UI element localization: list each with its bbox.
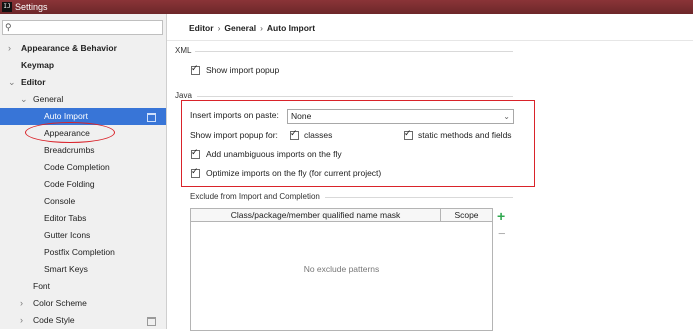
tree-item-label: Keymap — [21, 60, 55, 70]
column-header-mask[interactable]: Class/package/member qualified name mask — [191, 209, 441, 221]
tree-item-label: Postfix Completion — [44, 247, 115, 257]
breadcrumb-separator: › — [260, 23, 263, 33]
tree-item-label: Color Scheme — [33, 298, 87, 308]
tree-item-console[interactable]: Console — [0, 193, 166, 210]
tree-item-general[interactable]: ⌄ General — [0, 91, 166, 108]
search-input[interactable] — [17, 21, 157, 34]
tree-item-label: Code Folding — [44, 179, 95, 189]
breadcrumb-editor[interactable]: Editor — [189, 23, 214, 33]
project-scope-icon — [147, 317, 156, 326]
section-heading-java: Java — [175, 91, 192, 100]
chevron-right-icon[interactable]: › — [20, 295, 23, 312]
search-icon: ⚲ — [5, 22, 12, 32]
exclude-patterns-table[interactable]: Class/package/member qualified name mask… — [190, 208, 493, 331]
project-scope-icon — [147, 113, 156, 122]
tree-item-appearance-behavior[interactable]: › Appearance & Behavior — [0, 40, 166, 57]
breadcrumb: Editor › General › Auto Import — [189, 22, 315, 34]
show-import-popup-xml-label[interactable]: Show import popup — [206, 65, 279, 76]
tree-item-keymap[interactable]: Keymap — [0, 57, 166, 74]
tree-item-breadcrumbs[interactable]: Breadcrumbs — [0, 142, 166, 159]
chevron-right-icon[interactable]: › — [8, 40, 11, 57]
settings-search[interactable]: ⚲ — [2, 20, 163, 35]
tree-item-code-style[interactable]: › Code Style — [0, 312, 166, 329]
section-heading-exclude: Exclude from Import and Completion — [190, 192, 320, 201]
section-divider — [195, 51, 513, 52]
chevron-down-icon[interactable]: ⌄ — [20, 91, 28, 108]
tree-item-label: Smart Keys — [44, 264, 88, 274]
column-header-scope[interactable]: Scope — [441, 209, 492, 221]
tree-item-label: Console — [44, 196, 76, 206]
window-title: Settings — [15, 2, 48, 12]
breadcrumb-auto-import: Auto Import — [266, 23, 316, 33]
add-pattern-button[interactable]: + — [497, 209, 505, 223]
tree-item-code-completion[interactable]: Code Completion — [0, 159, 166, 176]
intellij-app-icon: IJ — [2, 2, 12, 12]
show-import-popup-xml-checkbox[interactable]: ✓ — [191, 63, 200, 75]
annotation-red-box — [181, 100, 535, 187]
tree-item-label: Code Completion — [44, 162, 110, 172]
chevron-down-icon[interactable]: ⌄ — [8, 74, 16, 91]
annotation-red-oval — [25, 122, 115, 143]
tree-item-label: Code Style — [33, 315, 75, 325]
breadcrumb-general[interactable]: General — [224, 23, 256, 33]
tree-item-label: Appearance & Behavior — [21, 43, 117, 53]
settings-sidebar: ⚲ › Appearance & Behavior Keymap ⌄ Edito… — [0, 14, 167, 329]
breadcrumb-separator: › — [217, 23, 221, 33]
tree-item-editor-tabs[interactable]: Editor Tabs — [0, 210, 166, 227]
settings-content: Editor › General › Auto Import XML ✓ Show im… — [167, 14, 693, 331]
tree-item-label: Gutter Icons — [44, 230, 91, 240]
tree-item-color-scheme[interactable]: › Color Scheme — [0, 295, 166, 312]
tree-item-smart-keys[interactable]: Smart Keys — [0, 261, 166, 278]
chevron-right-icon[interactable]: › — [20, 312, 23, 329]
title-bar: IJ Settings — [0, 0, 693, 14]
tree-item-label: General — [33, 94, 64, 104]
tree-item-postfix-completion[interactable]: Postfix Completion — [0, 244, 166, 261]
empty-table-text: No exclude patterns — [303, 264, 380, 274]
section-divider — [325, 197, 513, 198]
checkmark-icon: ✓ — [191, 63, 199, 73]
tree-item-code-folding[interactable]: Code Folding — [0, 176, 166, 193]
tree-item-label: Breadcrumbs — [44, 145, 95, 155]
tree-item-editor[interactable]: ⌄ Editor — [0, 74, 166, 91]
table-header: Class/package/member qualified name mask… — [191, 209, 492, 222]
remove-pattern-button[interactable]: − — [498, 227, 506, 240]
section-divider — [197, 96, 513, 97]
section-heading-xml: XML — [175, 46, 192, 55]
tree-item-label: Editor Tabs — [44, 213, 87, 223]
tree-item-font[interactable]: Font — [0, 278, 166, 295]
tree-item-label: Editor — [21, 77, 46, 87]
tree-item-gutter-icons[interactable]: Gutter Icons — [0, 227, 166, 244]
divider — [167, 40, 693, 41]
tree-item-label: Font — [33, 281, 51, 291]
